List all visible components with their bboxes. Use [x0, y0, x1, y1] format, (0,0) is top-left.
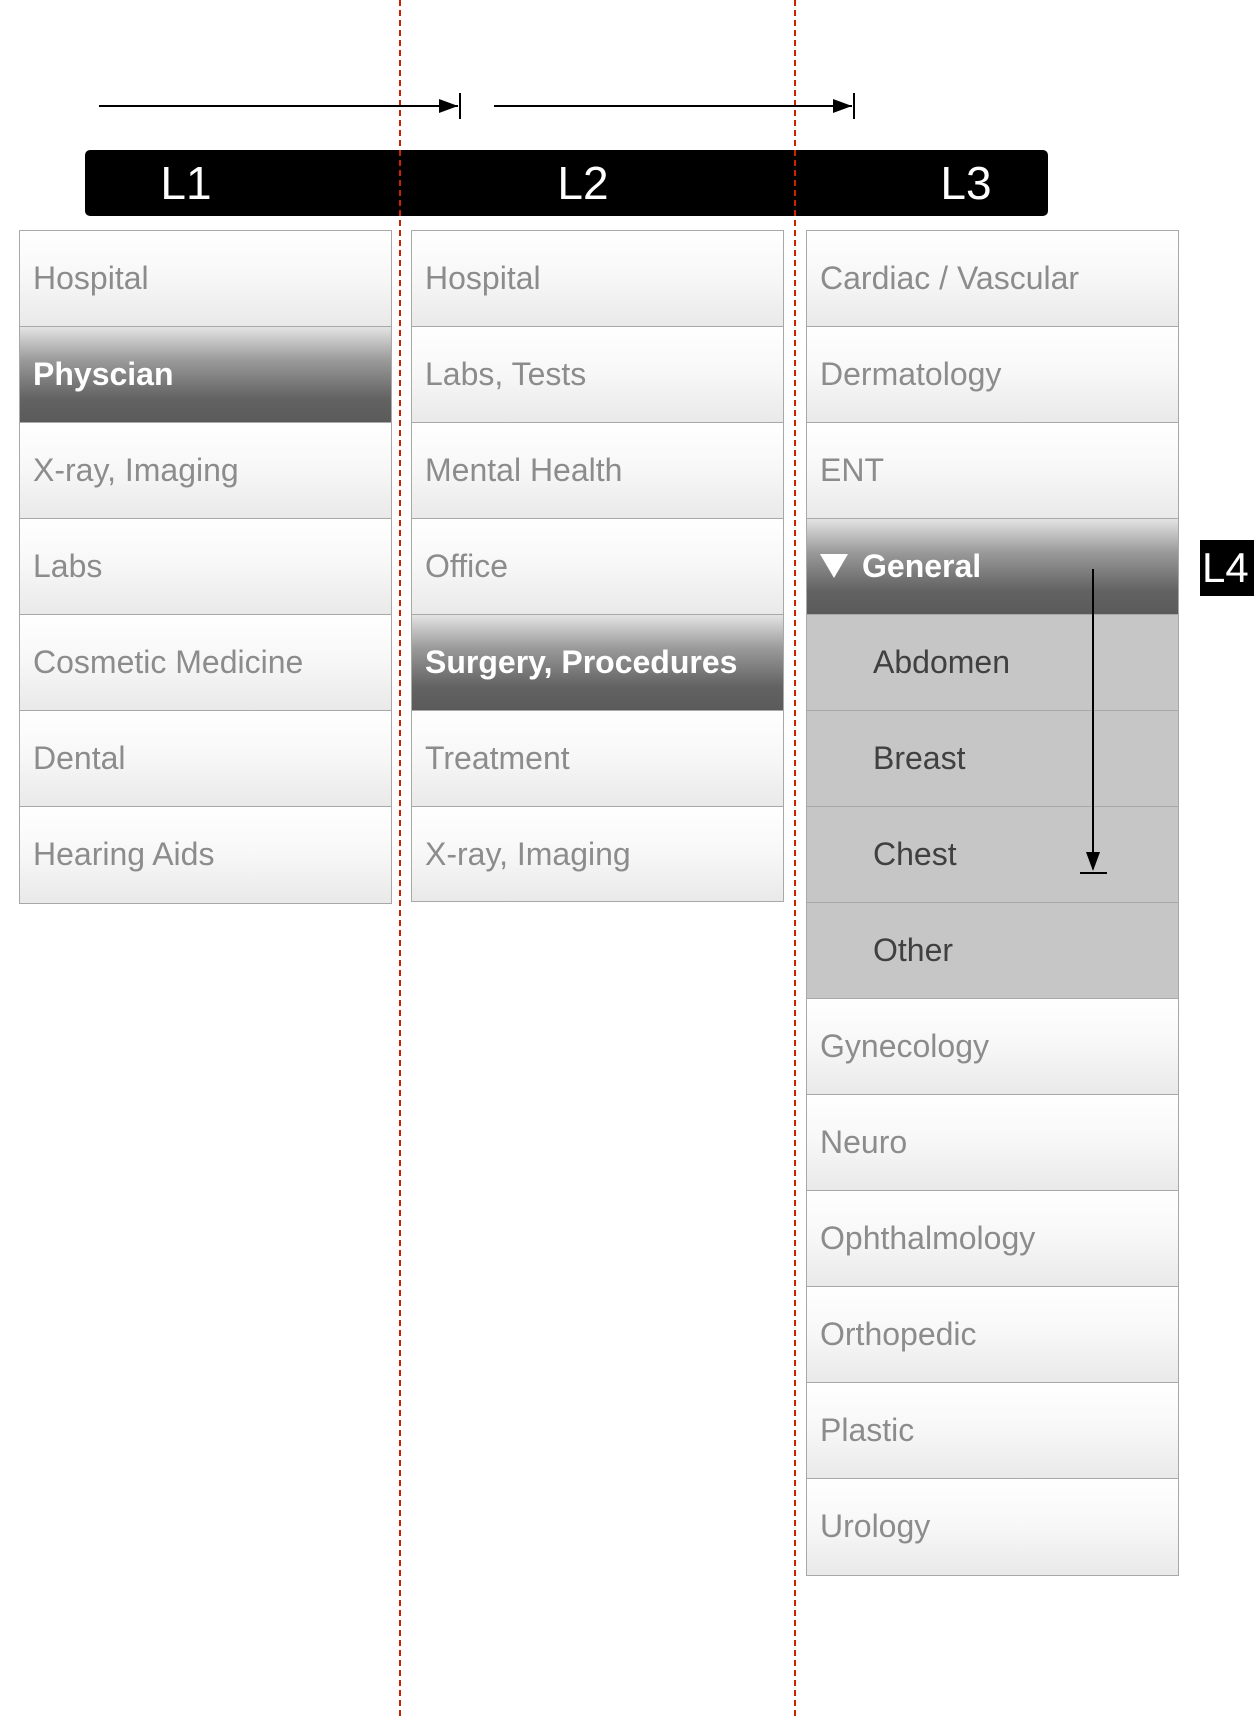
- l4-item-other[interactable]: Other: [807, 903, 1178, 999]
- l2-to-l3-arrow: [494, 93, 855, 119]
- l4-item-abdomen[interactable]: Abdomen: [807, 615, 1178, 711]
- l3-item-ent[interactable]: ENT: [807, 423, 1178, 519]
- l3-item-dermatology[interactable]: Dermatology: [807, 327, 1178, 423]
- l2-item-mental-health[interactable]: Mental Health: [412, 423, 783, 519]
- level-2-list: Hospital Labs, Tests Mental Health Offic…: [411, 230, 784, 902]
- l3-item-neuro[interactable]: Neuro: [807, 1095, 1178, 1191]
- l1-item-xray-imaging[interactable]: X-ray, Imaging: [20, 423, 391, 519]
- l1-item-hospital[interactable]: Hospital: [20, 231, 391, 327]
- level-header-bar: L1 L2 L3: [85, 150, 1048, 216]
- l3-item-plastic[interactable]: Plastic: [807, 1383, 1178, 1479]
- l3-item-general-label: General: [862, 548, 982, 584]
- l3-item-urology[interactable]: Urology: [807, 1479, 1178, 1575]
- l1-to-l2-arrow: [99, 93, 461, 119]
- l1-item-physcian[interactable]: Physcian: [20, 327, 391, 423]
- level-label-l2: L2: [557, 157, 609, 209]
- l1-item-dental[interactable]: Dental: [20, 711, 391, 807]
- l2-item-xray-imaging[interactable]: X-ray, Imaging: [412, 807, 783, 901]
- level-3-list: Cardiac / Vascular Dermatology ENT Gener…: [806, 230, 1179, 1576]
- l1-item-labs[interactable]: Labs: [20, 519, 391, 615]
- l1-item-hearing-aids[interactable]: Hearing Aids: [20, 807, 391, 903]
- level-label-l4: L4: [1200, 540, 1254, 596]
- l3-item-orthopedic[interactable]: Orthopedic: [807, 1287, 1178, 1383]
- l3-item-ophthalmology[interactable]: Ophthalmology: [807, 1191, 1178, 1287]
- l2-item-hospital[interactable]: Hospital: [412, 231, 783, 327]
- level-label-l1: L1: [160, 157, 212, 209]
- l3-item-general[interactable]: General: [807, 519, 1178, 615]
- l2-item-treatment[interactable]: Treatment: [412, 711, 783, 807]
- l3-item-cardiac-vascular[interactable]: Cardiac / Vascular: [807, 231, 1178, 327]
- l2-item-labs-tests[interactable]: Labs, Tests: [412, 327, 783, 423]
- l3-item-gynecology[interactable]: Gynecology: [807, 999, 1178, 1095]
- l4-item-chest[interactable]: Chest: [807, 807, 1178, 903]
- l1-item-cosmetic-medicine[interactable]: Cosmetic Medicine: [20, 615, 391, 711]
- l4-item-breast[interactable]: Breast: [807, 711, 1178, 807]
- level-label-l3: L3: [940, 157, 992, 209]
- caret-down-icon: [820, 553, 848, 578]
- l2-item-office[interactable]: Office: [412, 519, 783, 615]
- l2-item-surgery-procedures[interactable]: Surgery, Procedures: [412, 615, 783, 711]
- level-1-list: Hospital Physcian X-ray, Imaging Labs Co…: [19, 230, 392, 904]
